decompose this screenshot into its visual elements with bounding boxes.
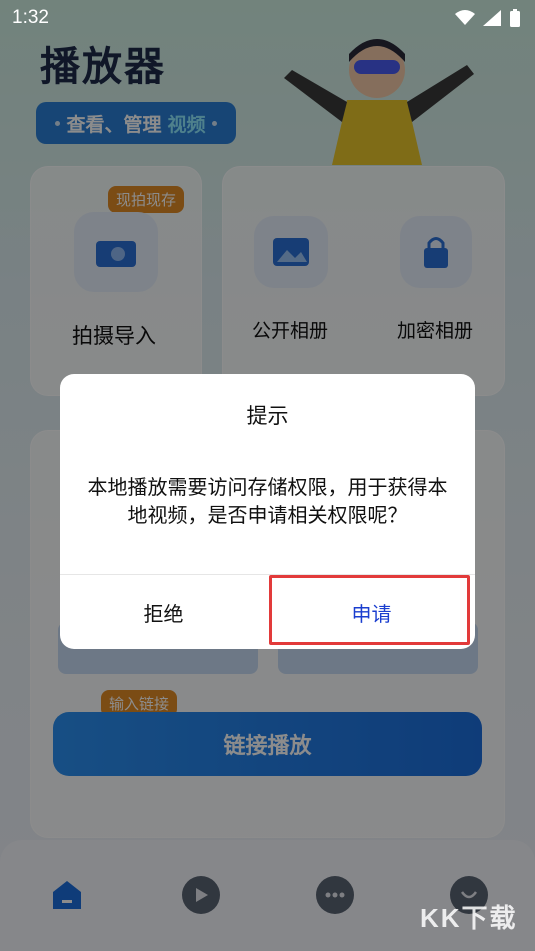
status-icons	[455, 9, 521, 27]
watermark-logo: KK下载	[420, 903, 518, 933]
status-time: 1:32	[12, 7, 49, 28]
deny-button[interactable]: 拒绝	[60, 575, 267, 649]
dialog-title: 提示	[246, 405, 289, 428]
apply-highlight-box	[269, 575, 470, 645]
signal-icon	[483, 10, 501, 26]
status-bar: 1:32	[0, 0, 535, 36]
wifi-icon	[455, 10, 475, 25]
battery-icon	[510, 9, 520, 27]
dialog-message: 本地播放需要访问存储权限，用于获得本地视频，是否申请相关权限呢？	[87, 477, 448, 527]
